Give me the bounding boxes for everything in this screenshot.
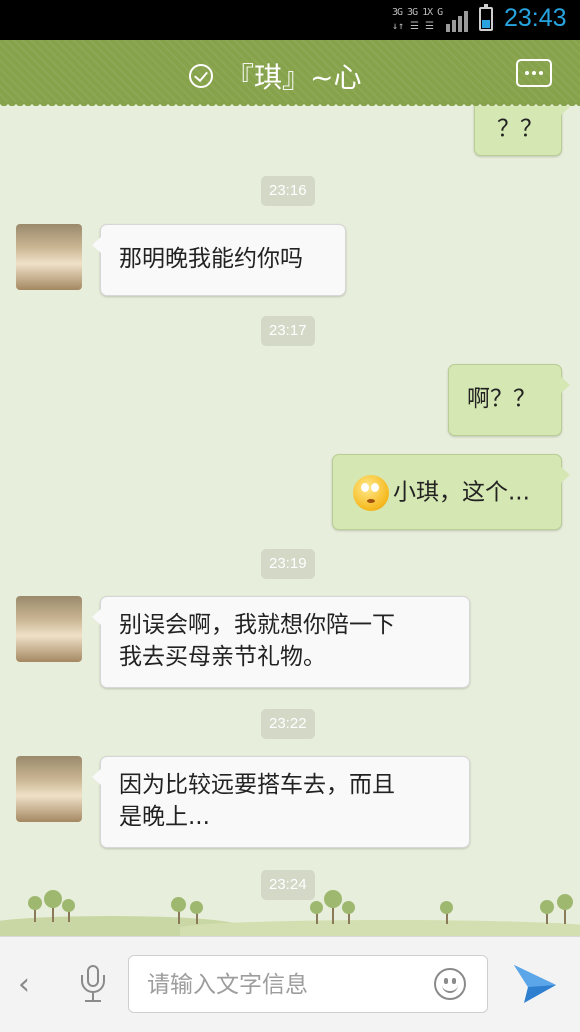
message-text: 别误会啊，我就想你陪一下 我去买母亲节礼物。 — [119, 612, 395, 670]
message-input-container[interactable] — [128, 955, 488, 1013]
message-text: 那明晚我能约你吗 — [119, 246, 303, 272]
incoming-message[interactable]: 那明晚我能约你吗 — [92, 224, 346, 296]
back-chevron-icon[interactable]: ‹ — [18, 967, 30, 1002]
emoji-icon[interactable] — [434, 968, 466, 1000]
outgoing-message[interactable]: 小琪，这个... — [332, 454, 570, 530]
outgoing-message[interactable]: 啊？？ — [448, 364, 570, 436]
outgoing-message[interactable]: ？？ — [474, 106, 570, 156]
data-activity-label: ↓↑ ☰ ☰ — [392, 21, 435, 32]
decorative-landscape — [0, 890, 580, 936]
incoming-message[interactable]: 别误会啊，我就想你陪一下 我去买母亲节礼物。 — [92, 596, 470, 688]
timestamp: 23:17 — [261, 316, 315, 346]
message-text: 因为比较远要搭车去，而且 是晚上... — [119, 772, 395, 830]
network-type-label: 3G 3G 1X G — [392, 7, 443, 18]
status-bar: 3G 3G 1X G ↓↑ ☰ ☰ 23:43 — [0, 0, 580, 40]
message-text: ？？ — [497, 116, 543, 142]
battery-icon — [479, 4, 493, 31]
status-clock: 23:43 — [504, 4, 567, 32]
timestamp: 23:22 — [261, 709, 315, 739]
message-input-bar: ‹ — [0, 936, 580, 1032]
more-menu-button[interactable] — [516, 59, 552, 87]
chat-message-list[interactable]: ？？ 23:16 那明晚我能约你吗 23:17 啊？？ 小琪，这个... 23:… — [0, 106, 580, 936]
message-input[interactable] — [145, 964, 419, 1006]
incoming-message[interactable]: 因为比较远要搭车去，而且 是晚上... — [92, 756, 470, 848]
chat-header: 『琪』~心 — [0, 40, 580, 110]
message-text: 小琪，这个... — [393, 479, 530, 506]
microphone-icon[interactable] — [80, 965, 106, 1005]
check-circle-icon — [189, 64, 213, 88]
contact-name-title: 『琪』~心 — [226, 61, 362, 94]
timestamp: 23:19 — [261, 549, 315, 579]
confused-face-emoji — [353, 475, 389, 511]
contact-avatar[interactable] — [16, 756, 82, 822]
contact-avatar[interactable] — [16, 224, 82, 290]
contact-avatar[interactable] — [16, 596, 82, 662]
send-icon[interactable] — [512, 963, 558, 1005]
message-text: 啊？？ — [467, 386, 536, 412]
timestamp: 23:16 — [261, 176, 315, 206]
